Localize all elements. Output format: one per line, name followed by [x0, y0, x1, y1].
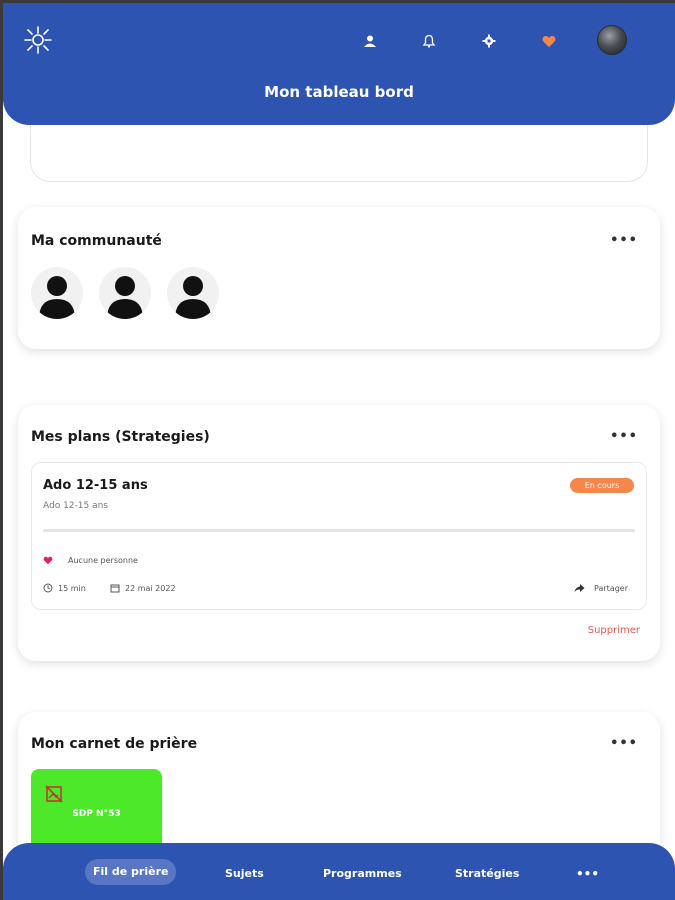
app-header: Mon tableau bord — [3, 3, 675, 125]
nav-strategies[interactable]: Stratégies — [455, 867, 519, 880]
plan-duration-label: 15 min — [58, 583, 86, 593]
plans-more-button[interactable]: ••• — [610, 429, 638, 444]
plans-title: Mes plans (Strategies) — [31, 429, 210, 445]
community-member-avatar[interactable] — [167, 267, 219, 319]
community-member-avatar[interactable] — [99, 267, 151, 319]
no-image-icon — [45, 785, 63, 803]
share-icon — [574, 584, 585, 593]
gear-icon[interactable] — [479, 31, 499, 51]
window-frame-left — [0, 0, 3, 900]
bell-icon[interactable] — [419, 31, 439, 51]
calendar-icon — [110, 584, 120, 593]
status-badge: En cours — [570, 478, 634, 493]
plan-title: Ado 12-15 ans — [43, 478, 148, 493]
heart-icon — [43, 556, 53, 565]
nav-programmes[interactable]: Programmes — [323, 867, 402, 880]
community-member-avatar[interactable] — [31, 267, 83, 319]
page-title: Mon tableau bord — [264, 83, 414, 101]
heart-icon[interactable] — [539, 31, 559, 51]
sun-logo-icon[interactable] — [23, 25, 53, 55]
person-icon[interactable] — [360, 31, 380, 51]
plans-card: Mes plans (Strategies) ••• Ado 12-15 ans… — [18, 405, 660, 661]
plan-date-label: 22 mai 2022 — [125, 583, 176, 593]
plan-item[interactable]: Ado 12-15 ans Ado 12-15 ans En cours Auc… — [31, 462, 647, 610]
clock-icon — [43, 583, 53, 593]
nav-sujets[interactable]: Sujets — [225, 867, 264, 880]
community-title: Ma communauté — [31, 233, 162, 249]
delete-plan-link[interactable]: Supprimer — [588, 625, 640, 636]
share-label: Partager — [594, 583, 628, 593]
notebook-title: Mon carnet de prière — [31, 736, 198, 752]
nav-fil-de-priere[interactable]: Fil de prière — [85, 859, 177, 885]
plan-subtitle: Ado 12-15 ans — [43, 501, 108, 511]
nav-more-button[interactable]: ••• — [576, 867, 599, 881]
bottom-navigation: Fil de prière Sujets Programmes Stratégi… — [3, 843, 675, 900]
community-more-button[interactable]: ••• — [610, 233, 638, 248]
community-card: Ma communauté ••• — [18, 207, 660, 349]
user-avatar[interactable] — [597, 25, 627, 55]
plan-people: Aucune personne — [43, 556, 138, 565]
notebook-more-button[interactable]: ••• — [610, 736, 638, 751]
plan-people-label: Aucune personne — [68, 556, 138, 565]
plan-progress-bar — [43, 529, 635, 532]
plan-date: 22 mai 2022 — [110, 583, 176, 593]
notebook-tile-label: SDP N°53 — [72, 809, 121, 819]
share-button[interactable]: Partager — [574, 583, 628, 593]
plan-duration: 15 min — [43, 583, 86, 593]
